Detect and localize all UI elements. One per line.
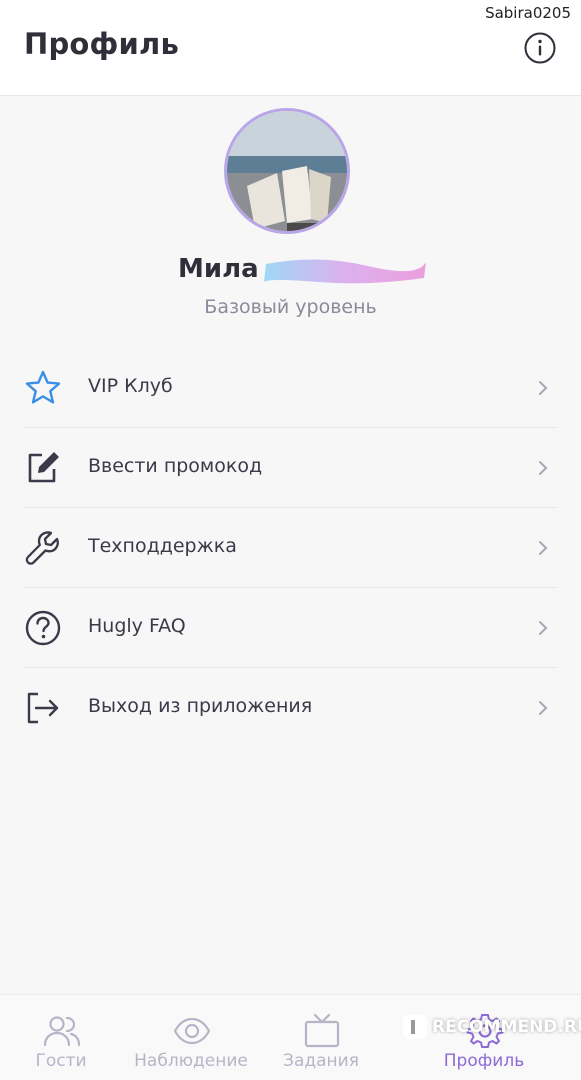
tab-tasks[interactable]: Задания xyxy=(261,995,381,1080)
menu-item-label: VIP Клуб xyxy=(88,375,173,397)
avatar[interactable] xyxy=(224,108,350,234)
avatar-photo xyxy=(227,111,347,231)
chevron-right-icon xyxy=(539,541,548,555)
tab-label: Гости xyxy=(35,1051,87,1071)
tab-watching[interactable]: Наблюдение xyxy=(131,995,251,1080)
menu-item-label: Ввести промокод xyxy=(88,455,263,477)
chevron-right-icon xyxy=(539,621,548,635)
tab-label: Задания xyxy=(283,1051,359,1071)
recommend-logo-icon xyxy=(403,1015,427,1039)
menu-item-support[interactable]: Техподдержка xyxy=(24,508,557,588)
menu-item-promo-code[interactable]: Ввести промокод xyxy=(24,428,557,508)
wrench-icon xyxy=(25,531,59,565)
profile-menu: VIP Клуб Ввести промокод Техподдержка Hu… xyxy=(0,348,581,747)
tv-icon xyxy=(304,1013,340,1048)
users-icon xyxy=(43,1016,81,1047)
profile-level: Базовый уровень xyxy=(204,296,377,318)
menu-item-label: Hugly FAQ xyxy=(88,615,186,637)
edit-icon xyxy=(28,452,59,483)
profile-name: Мила xyxy=(178,254,259,284)
logout-icon xyxy=(27,692,59,724)
recommend-watermark: RECOMMEND.RU xyxy=(402,1008,581,1046)
question-icon xyxy=(25,610,61,646)
tab-label: Профиль xyxy=(443,1051,525,1071)
tab-guests[interactable]: Гости xyxy=(1,995,121,1080)
eye-icon xyxy=(173,1017,211,1045)
watermark-text: RECOMMEND.RU xyxy=(432,1017,581,1037)
menu-item-logout[interactable]: Выход из приложения xyxy=(24,668,557,747)
profile-name-row: Мила xyxy=(0,252,581,292)
chevron-right-icon xyxy=(539,461,548,475)
tab-label: Наблюдение xyxy=(134,1051,248,1071)
menu-item-label: Техподдержка xyxy=(88,535,237,557)
page-title: Профиль xyxy=(24,27,180,61)
menu-item-label: Выход из приложения xyxy=(88,695,313,717)
chevron-right-icon xyxy=(539,701,548,715)
menu-item-vip-club[interactable]: VIP Клуб xyxy=(24,348,557,428)
name-redaction xyxy=(264,259,426,284)
menu-item-faq[interactable]: Hugly FAQ xyxy=(24,588,557,668)
username-overlay: Sabira0205 xyxy=(479,2,577,24)
info-icon[interactable] xyxy=(524,32,556,64)
star-icon xyxy=(25,370,61,404)
chevron-right-icon xyxy=(539,381,548,395)
